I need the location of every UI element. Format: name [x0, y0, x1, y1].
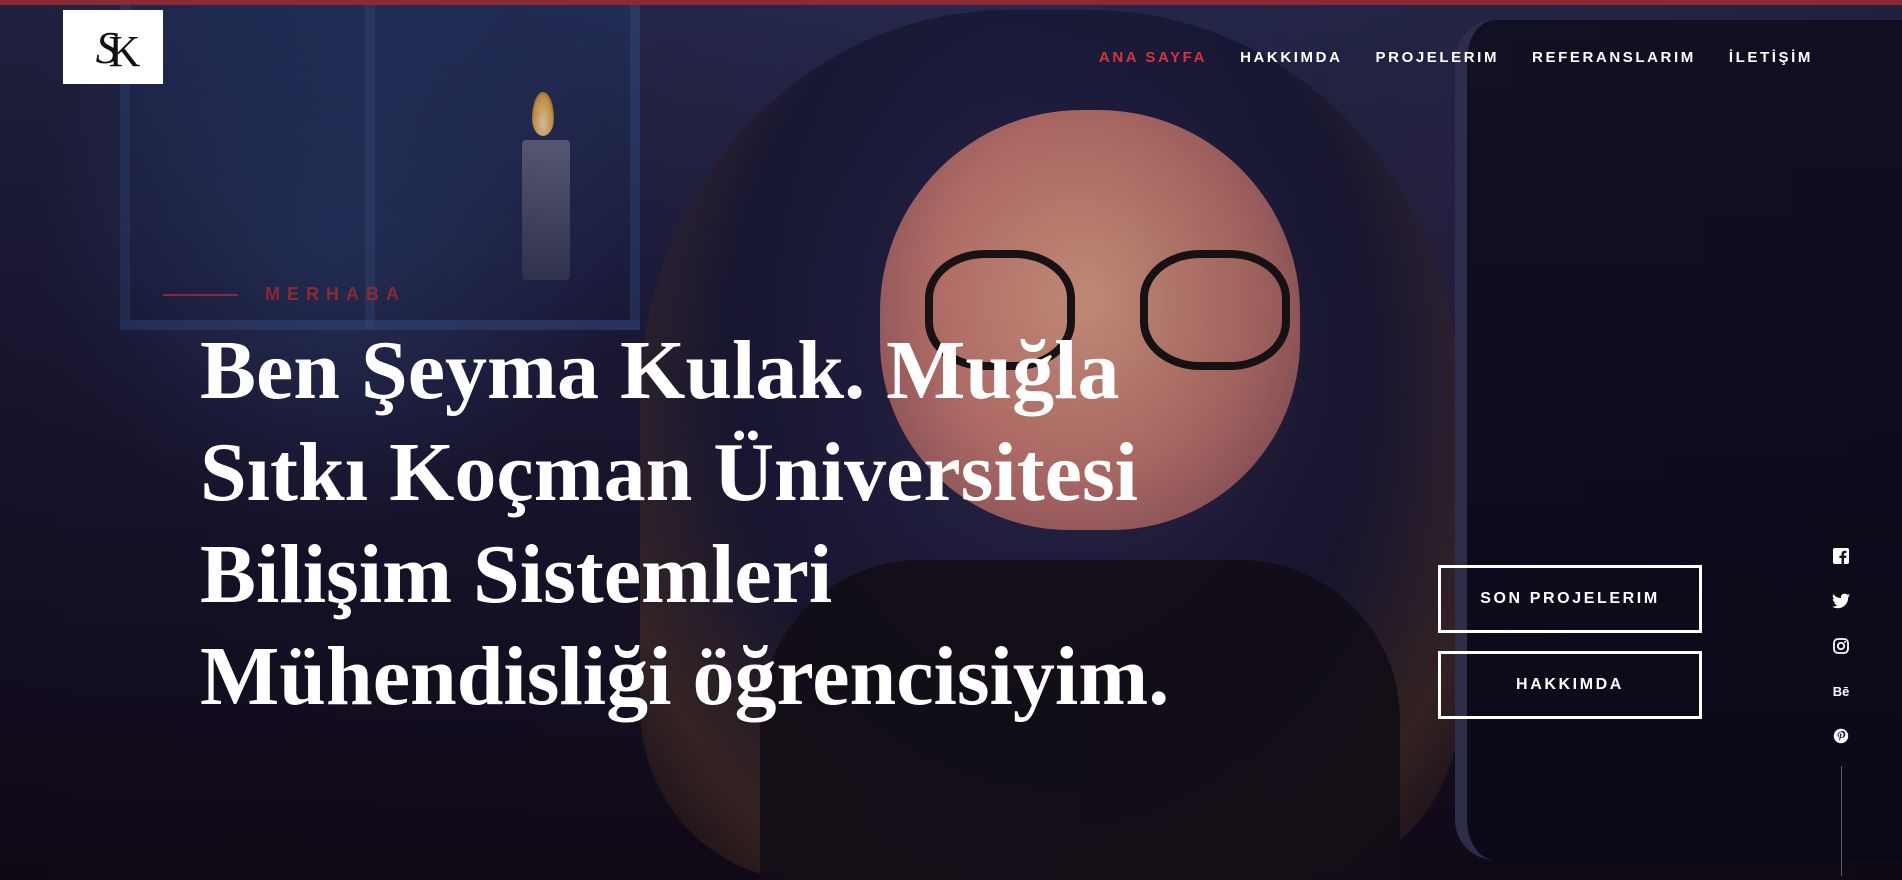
nav-item-projelerim[interactable]: PROJELERIM	[1376, 49, 1500, 66]
eyebrow-label: MERHABA	[265, 284, 406, 304]
social-divider-line	[1840, 766, 1842, 876]
hero-headline: Ben Şeyma Kulak. Muğla Sıtkı Koçman Üniv…	[200, 324, 1170, 723]
main-nav: ANA SAYFA HAKKIMDA PROJELERIM REFERANSLA…	[1099, 49, 1813, 66]
pinterest-icon[interactable]	[1832, 727, 1850, 745]
logo-letter-k: K	[108, 26, 141, 76]
nav-item-referanslarim[interactable]: REFERANSLARIM	[1532, 49, 1696, 66]
hero-eyebrow: MERHABA	[163, 284, 406, 305]
flame-illustration	[532, 92, 554, 136]
top-accent-line	[0, 0, 1902, 5]
window-illustration	[120, 0, 640, 330]
site-logo[interactable]: S K	[63, 10, 163, 84]
hakkimda-button[interactable]: HAKKIMDA	[1438, 651, 1702, 719]
nav-item-ana-sayfa[interactable]: ANA SAYFA	[1099, 49, 1207, 66]
nav-item-iletisim[interactable]: İLETİŞİM	[1729, 49, 1813, 66]
eyebrow-line	[163, 293, 238, 296]
son-projelerim-button[interactable]: SON PROJELERIM	[1438, 565, 1702, 633]
facebook-icon[interactable]	[1832, 547, 1850, 565]
behance-icon[interactable]: Bē	[1832, 682, 1850, 700]
instagram-icon[interactable]	[1832, 637, 1850, 655]
twitter-icon[interactable]	[1832, 592, 1850, 610]
nav-item-hakkimda[interactable]: HAKKIMDA	[1240, 49, 1342, 66]
candle-illustration	[522, 140, 570, 280]
social-links: Bē	[1830, 547, 1852, 876]
window-bar-illustration	[365, 0, 375, 330]
